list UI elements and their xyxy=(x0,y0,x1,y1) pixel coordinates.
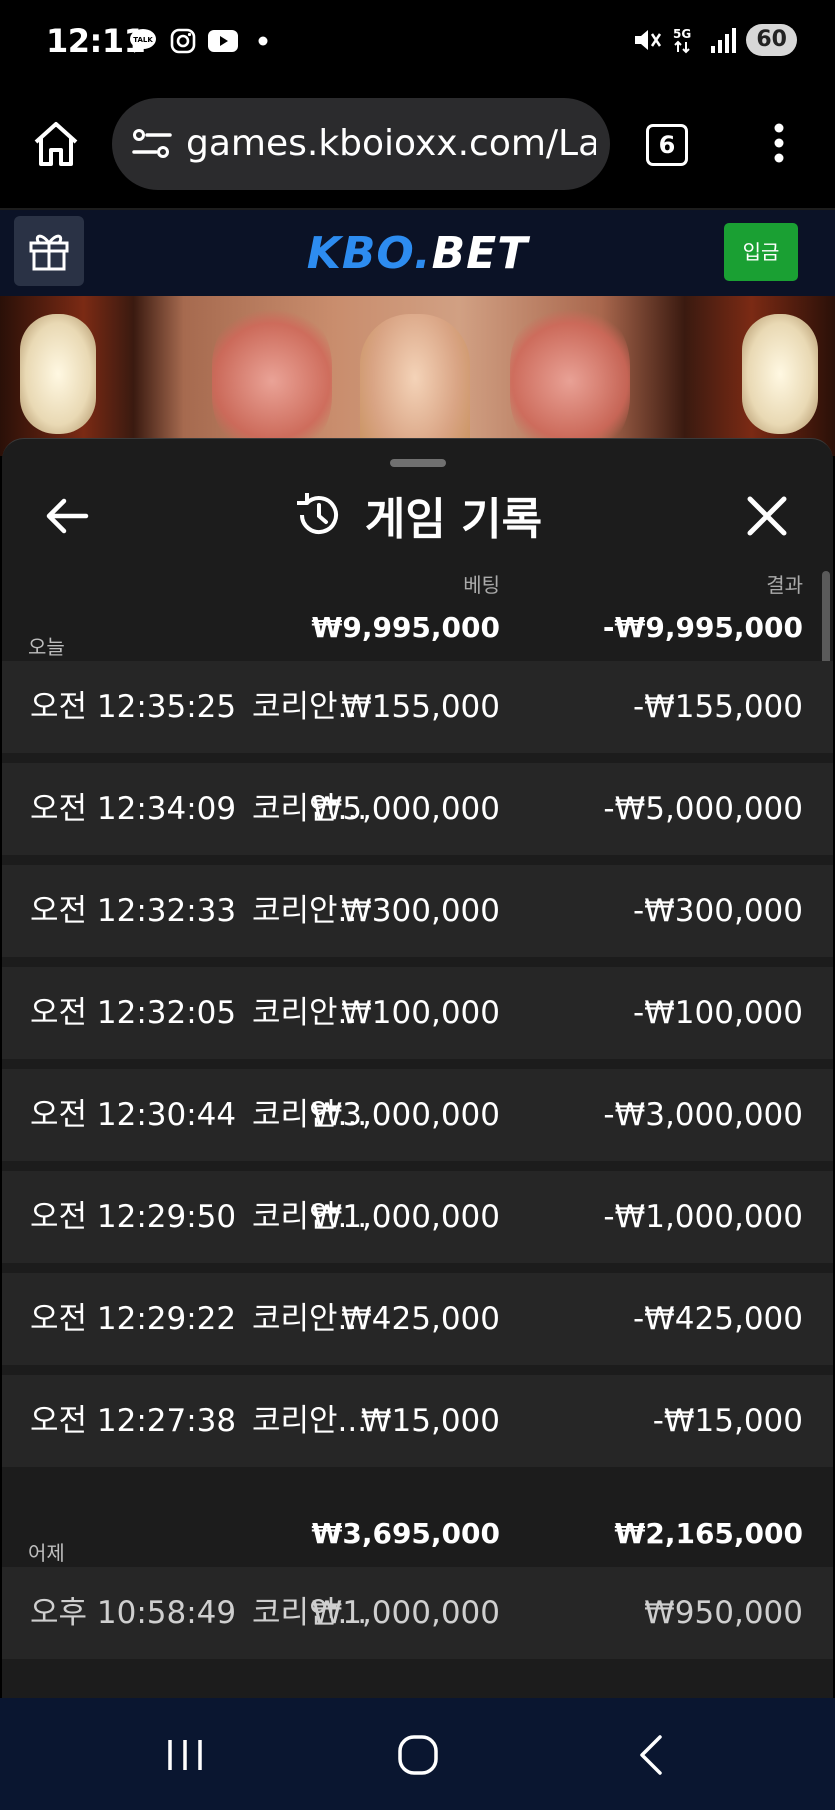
site-logo[interactable]: KBO.BET xyxy=(0,228,835,279)
browser-toolbar: games.kboioxx.com/Laun 6 xyxy=(0,88,835,210)
instagram-icon xyxy=(168,26,198,56)
row-bet: ₩100,000 xyxy=(341,995,500,1031)
date-group-label: 어제 xyxy=(28,1541,65,1565)
history-row[interactable]: 오전 12:29:22 코리안... ₩425,000 -₩425,000 xyxy=(2,1273,833,1365)
chevron-left-icon xyxy=(640,1735,662,1775)
sheet-header: 게임 기록 xyxy=(2,483,833,547)
system-navigation-bar xyxy=(0,1698,835,1810)
history-row[interactable]: 오전 12:35:25 코리안... ₩155,000 -₩155,000 xyxy=(2,661,833,753)
date-group-header: 오늘 ₩9,995,000 -₩9,995,000 xyxy=(2,587,833,671)
row-bet: ₩1,000,000 xyxy=(311,1199,500,1235)
lantern-left xyxy=(20,314,96,434)
live-dealer-video xyxy=(0,296,835,456)
row-time: 오전 12:29:22 xyxy=(30,1301,237,1337)
date-group-label: 오늘 xyxy=(28,635,65,659)
group-result-total: -₩9,995,000 xyxy=(602,611,803,644)
recent-apps-button[interactable] xyxy=(162,1732,208,1778)
history-row[interactable]: 오후 10:58:49 코리안... ₩1,000,000 ₩950,000 xyxy=(2,1567,833,1659)
row-bet: ₩3,000,000 xyxy=(311,1097,500,1133)
row-result: -₩100,000 xyxy=(632,995,803,1031)
5g-signal-icon: 5G xyxy=(673,27,692,54)
back-nav-button[interactable] xyxy=(630,1732,676,1778)
blossom-left xyxy=(212,306,332,456)
home-nav-button[interactable] xyxy=(395,1732,441,1778)
group-bet-total: ₩3,695,000 xyxy=(311,1517,500,1550)
history-row[interactable]: 오전 12:34:09 코리안... ₩5,000,000 -₩5,000,00… xyxy=(2,763,833,855)
row-result: -₩3,000,000 xyxy=(603,1097,803,1133)
recent-apps-icon xyxy=(168,1740,202,1770)
history-row[interactable]: 오전 12:30:44 코리안... ₩3,000,000 -₩3,000,00… xyxy=(2,1069,833,1161)
row-bet: ₩5,000,000 xyxy=(311,791,500,827)
circle-home-icon xyxy=(398,1735,438,1775)
drag-handle[interactable] xyxy=(390,459,446,467)
address-bar[interactable]: games.kboioxx.com/Laun xyxy=(112,98,610,190)
close-button[interactable] xyxy=(744,493,790,539)
row-game: 코리안... xyxy=(252,1403,368,1439)
row-time: 오후 10:58:49 xyxy=(30,1595,237,1631)
battery-indicator: 60 xyxy=(746,24,797,56)
row-bet: ₩15,000 xyxy=(360,1403,500,1439)
row-result: -₩5,000,000 xyxy=(603,791,803,827)
blossom-right xyxy=(510,306,630,456)
url-text[interactable]: games.kboioxx.com/Laun xyxy=(186,98,596,190)
svg-text:5G: 5G xyxy=(673,27,691,41)
logo-part-bet: BET xyxy=(431,228,529,279)
group-result-total: ₩2,165,000 xyxy=(614,1517,803,1550)
history-row[interactable]: 오전 12:29:50 코리안... ₩1,000,000 -₩1,000,00… xyxy=(2,1171,833,1263)
history-icon xyxy=(296,493,338,535)
game-history-sheet: 게임 기록 베팅 결과 오늘 ₩9,995,000 -₩9,995,000 오전… xyxy=(2,438,833,1699)
row-result: ₩950,000 xyxy=(644,1595,803,1631)
system-icons: 5G 60 xyxy=(632,24,797,56)
row-time: 오전 12:29:50 xyxy=(30,1199,237,1235)
row-time: 오전 12:32:33 xyxy=(30,893,237,929)
status-bar: 12:11 TALK 5G 60 xyxy=(0,0,835,88)
more-vert-icon xyxy=(774,123,784,163)
home-button[interactable] xyxy=(30,118,82,170)
site-settings-icon[interactable] xyxy=(132,128,172,160)
date-group-header: 어제 ₩3,695,000 ₩2,165,000 xyxy=(2,1493,833,1577)
row-time: 오전 12:32:05 xyxy=(30,995,237,1031)
row-bet: ₩425,000 xyxy=(341,1301,500,1337)
lantern-right xyxy=(742,314,818,434)
site-header: KBO.BET 입금 xyxy=(0,210,835,296)
deposit-button[interactable]: 입금 xyxy=(724,223,798,281)
row-result: -₩1,000,000 xyxy=(603,1199,803,1235)
svg-text:TALK: TALK xyxy=(133,36,153,44)
row-time: 오전 12:35:25 xyxy=(30,689,237,725)
row-result: -₩155,000 xyxy=(632,689,803,725)
row-time: 오전 12:30:44 xyxy=(30,1097,237,1133)
browser-menu-button[interactable] xyxy=(764,120,794,166)
sheet-title: 게임 기록 xyxy=(364,494,543,545)
home-icon xyxy=(34,122,78,166)
tab-switcher-button[interactable]: 6 xyxy=(646,124,688,166)
notification-icons: TALK xyxy=(128,26,278,56)
row-time: 오전 12:34:09 xyxy=(30,791,237,827)
dealer-image xyxy=(360,314,470,456)
close-icon xyxy=(747,496,787,536)
row-result: -₩300,000 xyxy=(632,893,803,929)
mute-icon xyxy=(635,30,662,50)
row-result: -₩425,000 xyxy=(632,1301,803,1337)
history-row[interactable]: 오전 12:27:38 코리안... ₩15,000 -₩15,000 xyxy=(2,1375,833,1467)
signal-bars-icon xyxy=(711,28,737,53)
dot-icon xyxy=(248,26,278,56)
logo-part-kbo: KBO. xyxy=(306,228,432,279)
kakaotalk-icon: TALK xyxy=(128,26,158,56)
history-row[interactable]: 오전 12:32:05 코리안... ₩100,000 -₩100,000 xyxy=(2,967,833,1059)
row-time: 오전 12:27:38 xyxy=(30,1403,237,1439)
history-row[interactable]: 오전 12:32:33 코리안... ₩300,000 -₩300,000 xyxy=(2,865,833,957)
row-bet: ₩155,000 xyxy=(341,689,500,725)
row-result: -₩15,000 xyxy=(652,1403,803,1439)
row-bet: ₩300,000 xyxy=(341,893,500,929)
group-bet-total: ₩9,995,000 xyxy=(311,611,500,644)
row-bet: ₩1,000,000 xyxy=(311,1595,500,1631)
youtube-icon xyxy=(208,26,238,56)
